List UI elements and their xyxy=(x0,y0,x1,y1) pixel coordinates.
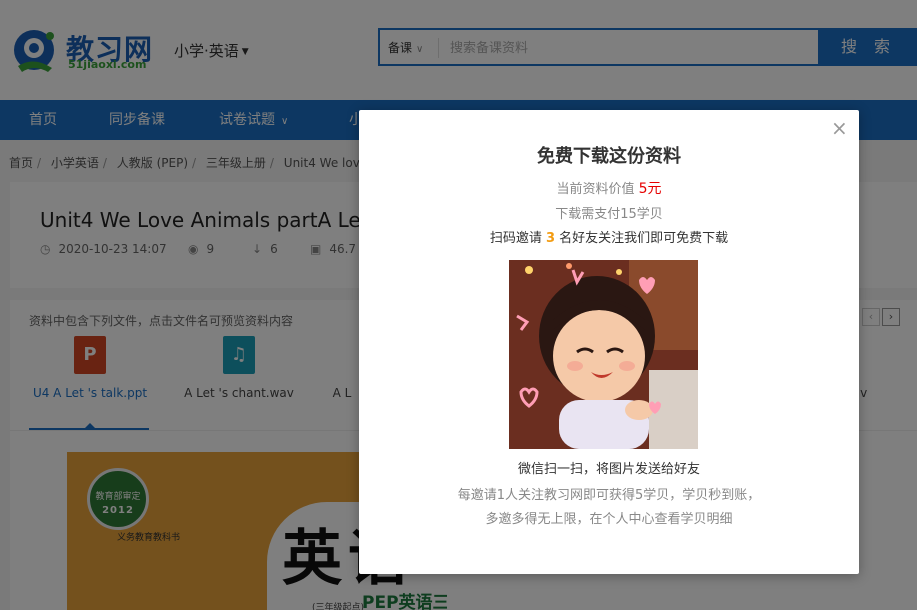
free-download-modal: × 免费下载这份资料 当前资料价值 5元 下载需支付15学贝 扫码邀请 3 名好… xyxy=(359,110,859,574)
price-value: 5元 xyxy=(638,181,662,197)
share-photo xyxy=(509,260,698,449)
close-icon[interactable]: × xyxy=(831,118,848,138)
invite-count: 3 xyxy=(545,231,556,246)
invite-suffix: 名好友关注我们即可免费下载 xyxy=(559,231,729,246)
price-label: 当前资料价值 xyxy=(556,182,635,197)
invite-prefix: 扫码邀请 xyxy=(489,231,542,246)
qr-caption: 微信扫一扫，将图片发送给好友 xyxy=(517,462,700,477)
cost-line: 下载需支付15学贝 xyxy=(555,207,663,222)
modal-title: 免费下载这份资料 xyxy=(537,146,681,167)
price-line: 当前资料价值 5元 xyxy=(359,178,859,198)
invite-line: 扫码邀请 3 名好友关注我们即可免费下载 xyxy=(359,227,859,246)
reward-note: 每邀请1人关注教习网即可获得5学贝，学贝秒到账，多邀多得无上限，在个人中心查看学… xyxy=(457,488,761,527)
